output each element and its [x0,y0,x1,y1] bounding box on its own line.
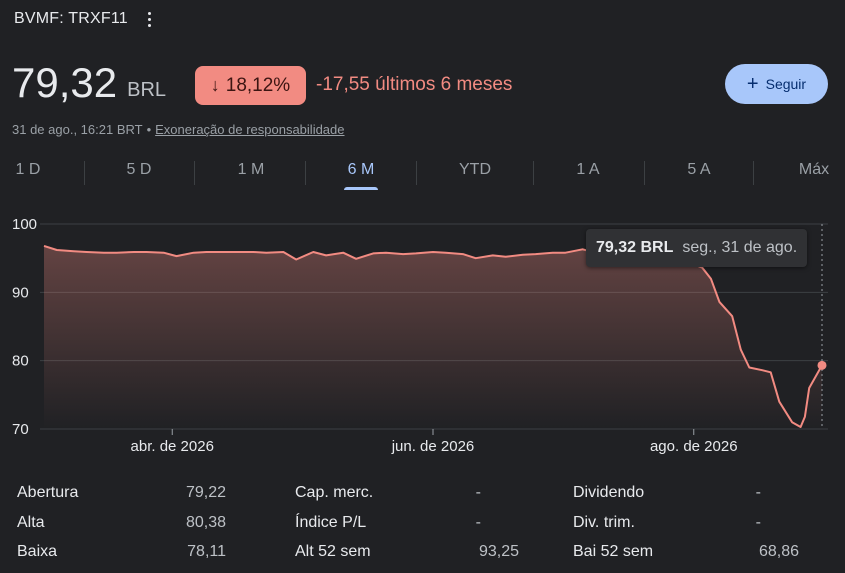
stat-quarterly-div: Div. trim. - [573,514,761,531]
y-tick-label: 90 [12,284,29,301]
stat-open: Abertura 79,22 [17,484,226,501]
current-price: 79,32 [12,59,118,106]
stat-dividend: Dividendo - [573,484,761,501]
tooltip-price: 79,32 BRL [596,239,674,256]
stat-52w-high: Alt 52 sem 93,25 [295,543,519,560]
header: BVMF: TRXF11 [14,9,158,29]
more-options-icon[interactable] [142,9,158,29]
x-tick-label: ago. de 2026 [650,438,738,455]
stat-low: Baixa 78,11 [17,543,226,560]
tab-5a[interactable]: 5 A [670,158,728,192]
y-tick-label: 100 [12,216,37,233]
tab-divider [305,161,306,185]
stat-52w-low: Bai 52 sem 68,86 [573,543,799,560]
quote-meta: 31 de ago., 16:21 BRT • Exoneração de resp… [12,122,345,137]
tab-divider [753,161,754,185]
ticker-title: BVMF: TRXF11 [14,10,128,27]
tab-divider [84,161,85,185]
range-tabs: 1 D 5 D 1 M 6 M YTD 1 A 5 A Máx [0,158,845,192]
tab-divider [194,161,195,185]
stat-high: Alta 80,38 [17,514,226,531]
currency: BRL [127,79,167,101]
x-tick-label: abr. de 2026 [131,438,214,455]
tooltip-date: seg., 31 de ago. [682,239,798,256]
disclaimer-link[interactable]: Exoneração de responsabilidade [155,122,344,137]
tab-divider [533,161,534,185]
tab-5d[interactable]: 5 D [110,158,168,192]
x-tick-label: jun. de 2026 [391,438,475,455]
separator: • [146,122,152,137]
plus-icon: + [746,73,759,95]
tab-ytd[interactable]: YTD [445,158,505,192]
tab-6m[interactable]: 6 M [344,158,378,192]
hover-point [817,360,827,370]
price-tooltip: 79,32 BRL seg., 31 de ago. [586,229,808,267]
price-row: 79,32 BRL [12,60,166,106]
y-tick-label: 70 [12,421,29,438]
y-tick-label: 80 [12,353,29,370]
follow-label: Seguir [765,76,807,92]
tab-1m[interactable]: 1 M [222,158,280,192]
stat-market-cap: Cap. merc. - [295,484,481,501]
change-percent-badge: ↓ 18,12% [195,66,306,105]
tab-divider [644,161,645,185]
tab-1d[interactable]: 1 D [0,158,56,192]
follow-button[interactable]: + Seguir [725,64,828,104]
active-tab-indicator [344,187,378,190]
stat-pe-ratio: Índice P/L - [295,514,481,531]
price-area [44,245,822,429]
tab-divider [416,161,417,185]
timestamp: 31 de ago., 16:21 BRT [12,122,143,137]
change-absolute: -17,55 últimos 6 meses [316,74,513,95]
tab-max[interactable]: Máx [786,158,842,192]
arrow-down-icon: ↓ [210,75,220,95]
tab-1a[interactable]: 1 A [560,158,616,192]
change-percent: 18,12% [225,74,291,96]
